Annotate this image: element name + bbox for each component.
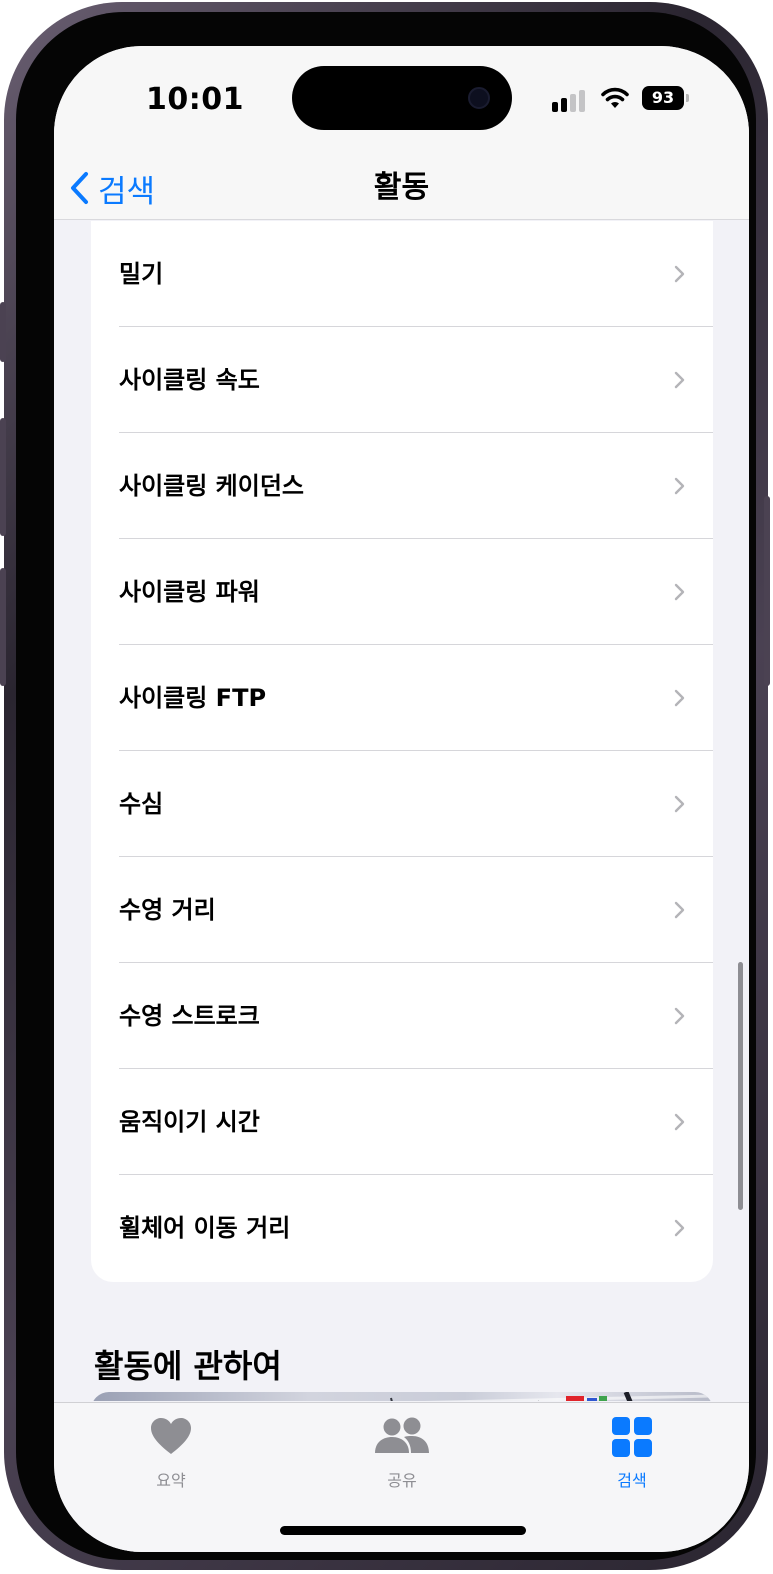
dynamic-island [292,66,512,130]
list-item-label: 휠체어 이동 거리 [119,1214,291,1242]
chevron-left-icon [71,172,88,204]
tab-summary[interactable]: 요약 [101,1403,241,1503]
section-title: 활동에 관하여 [94,1347,282,1385]
people-icon [375,1417,429,1453]
about-banner-image[interactable] [91,1392,713,1401]
list-item-label: 수영 거리 [119,896,216,924]
chevron-right-icon [674,1219,685,1237]
list-item[interactable]: 수심 [91,751,713,857]
banner-illustration [390,1392,713,1401]
status-time: 10:01 [146,82,244,117]
chevron-right-icon [674,901,685,919]
tab-label: 공유 [387,1471,417,1490]
grid-icon [612,1417,652,1457]
silent-switch [0,302,6,362]
list-item[interactable]: 사이클링 FTP [91,645,713,751]
list-item[interactable]: 밀기 [91,221,713,327]
chevron-right-icon [674,1007,685,1025]
scroll-content[interactable]: 밀기 사이클링 속도 사이클링 케이던스 사이클링 파워 사이클링 FTP 수심… [54,221,749,1401]
list-item[interactable]: 수영 스트로크 [91,963,713,1069]
bezel: 10:01 93 활동 검색 밀기 사이클링 속도 사이클링 케이던스 사이클링… [16,12,756,1560]
cellular-signal-icon [552,88,588,112]
chevron-right-icon [674,371,685,389]
battery-tip [686,94,689,102]
list-item-label: 사이클링 파워 [119,578,260,606]
list-item[interactable]: 수영 거리 [91,857,713,963]
tab-label: 검색 [617,1471,647,1490]
list-item-label: 사이클링 케이던스 [119,472,304,500]
page-title: 활동 [373,170,430,205]
phone-frame: 10:01 93 활동 검색 밀기 사이클링 속도 사이클링 케이던스 사이클링… [0,2,770,1570]
screen: 10:01 93 활동 검색 밀기 사이클링 속도 사이클링 케이던스 사이클링… [54,46,749,1552]
tab-sharing[interactable]: 공유 [332,1403,472,1503]
chevron-right-icon [674,583,685,601]
status-bar: 10:01 93 [54,46,749,156]
chevron-right-icon [674,795,685,813]
chevron-right-icon [674,689,685,707]
list-item-label: 밀기 [119,260,164,288]
list-item-label: 수영 스트로크 [119,1002,260,1030]
list-item-label: 수심 [119,790,164,818]
chevron-right-icon [674,265,685,283]
battery-indicator: 93 [642,86,684,110]
power-button [764,496,770,686]
back-label: 검색 [98,173,156,210]
front-camera [468,87,490,109]
list-item[interactable]: 사이클링 속도 [91,327,713,433]
list-item-label: 움직이기 시간 [119,1108,260,1136]
list-item[interactable]: 사이클링 파워 [91,539,713,645]
home-indicator[interactable] [280,1526,526,1535]
list-item[interactable]: 휠체어 이동 거리 [91,1175,713,1281]
back-button[interactable]: 검색 [70,156,155,220]
navigation-bar: 활동 검색 [54,156,749,220]
chevron-right-icon [674,1113,685,1131]
list-item[interactable]: 사이클링 케이던스 [91,433,713,539]
tab-browse[interactable]: 검색 [562,1403,702,1503]
volume-up-button [0,418,6,536]
chevron-right-icon [674,477,685,495]
activity-list: 밀기 사이클링 속도 사이클링 케이던스 사이클링 파워 사이클링 FTP 수심… [91,221,713,1282]
volume-down-button [0,568,6,686]
list-item-label: 사이클링 속도 [119,366,260,394]
scrollbar[interactable] [738,962,743,1210]
list-item[interactable]: 움직이기 시간 [91,1069,713,1175]
wifi-icon [601,87,629,108]
list-item-label: 사이클링 FTP [119,684,267,712]
tab-label: 요약 [156,1471,186,1490]
heart-icon [151,1418,191,1454]
